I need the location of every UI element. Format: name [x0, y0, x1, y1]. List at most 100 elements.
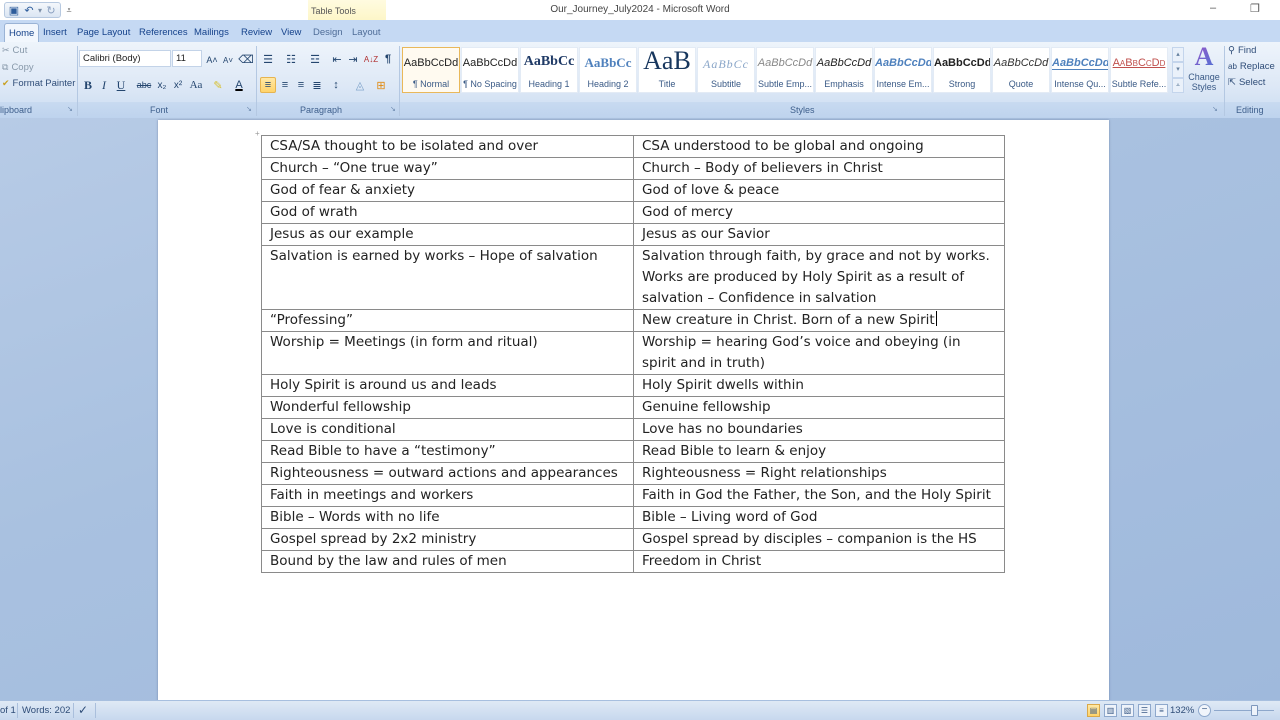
cut-button[interactable]: ✂ Cut: [2, 45, 27, 56]
change-case-button[interactable]: Aa: [187, 77, 205, 93]
zoom-level[interactable]: 132%: [1170, 705, 1194, 716]
superscript-button[interactable]: x²: [171, 77, 185, 93]
strikethrough-button[interactable]: abc: [134, 77, 154, 93]
copy-button[interactable]: ⧉ Copy: [2, 62, 34, 73]
table-cell-old-belief[interactable]: God of wrath: [261, 201, 634, 224]
zoom-out-button[interactable]: −: [1198, 704, 1211, 717]
font-size-combo[interactable]: 11: [172, 50, 202, 67]
increase-indent-icon[interactable]: ⇥: [346, 51, 360, 67]
table-cell-new-belief[interactable]: Love has no boundaries: [633, 418, 1005, 441]
align-right-icon[interactable]: ≡: [294, 77, 308, 93]
styles-launcher-icon[interactable]: ↘: [1212, 105, 1218, 113]
table-cell-new-belief[interactable]: Faith in God the Father, the Son, and th…: [633, 484, 1005, 507]
align-center-icon[interactable]: ≡: [278, 77, 292, 93]
draft-view-icon[interactable]: ≡: [1155, 704, 1168, 717]
style-subtitle[interactable]: AaBbCc Subtitle: [697, 47, 755, 93]
clear-formatting-icon[interactable]: ⌫: [238, 51, 254, 67]
table-cell-new-belief[interactable]: Jesus as our Savior: [633, 223, 1005, 246]
tab-insert[interactable]: Insert: [43, 23, 67, 42]
tab-design[interactable]: Design: [313, 23, 343, 42]
style-quote[interactable]: AaBbCcDd Quote: [992, 47, 1050, 93]
bullets-icon[interactable]: ☰: [260, 51, 276, 67]
select-button[interactable]: ⇱ Select: [1228, 77, 1265, 88]
table-cell-new-belief[interactable]: Righteousness = Right relationships: [633, 462, 1005, 485]
table-cell-new-belief[interactable]: Church – Body of believers in Christ: [633, 157, 1005, 180]
style-subtle-reference[interactable]: AaBbCcDd Subtle Refe...: [1110, 47, 1168, 93]
multilevel-list-icon[interactable]: ☲: [307, 51, 323, 67]
table-cell-old-belief[interactable]: Holy Spirit is around us and leads: [261, 374, 634, 397]
underline-button[interactable]: U: [114, 77, 128, 93]
sort-icon[interactable]: A↓Z: [364, 51, 378, 67]
tab-layout[interactable]: Layout: [352, 23, 381, 42]
find-button[interactable]: ⚲ Find: [1228, 45, 1256, 56]
style-strong[interactable]: AaBbCcDd Strong: [933, 47, 991, 93]
table-move-handle-icon[interactable]: +: [255, 129, 260, 138]
table-cell-new-belief[interactable]: Read Bible to learn & enjoy: [633, 440, 1005, 463]
print-layout-view-icon[interactable]: ▤: [1087, 704, 1100, 717]
minimize-button[interactable]: –: [1210, 2, 1216, 14]
restore-button[interactable]: ❐: [1250, 2, 1260, 15]
tab-page-layout[interactable]: Page Layout: [77, 23, 130, 42]
font-launcher-icon[interactable]: ↘: [246, 105, 252, 113]
justify-icon[interactable]: ≣: [310, 77, 324, 93]
proofing-icon[interactable]: ✓: [78, 703, 88, 717]
full-screen-reading-view-icon[interactable]: ▥: [1104, 704, 1117, 717]
subscript-button[interactable]: x₂: [155, 77, 169, 93]
style-heading-1[interactable]: AaBbCc Heading 1: [520, 47, 578, 93]
style-no-spacing[interactable]: AaBbCcDd ¶ No Spacing: [461, 47, 519, 93]
word-count[interactable]: Words: 202: [22, 705, 70, 716]
clipboard-launcher-icon[interactable]: ↘: [67, 105, 73, 113]
zoom-slider[interactable]: [1214, 710, 1274, 711]
change-styles-button[interactable]: A Change Styles: [1184, 42, 1224, 100]
bold-button[interactable]: B: [81, 77, 95, 93]
table-cell-new-belief[interactable]: New creature in Christ. Born of a new Sp…: [633, 309, 1005, 332]
numbering-icon[interactable]: ☷: [283, 51, 299, 67]
style-title[interactable]: AaB Title: [638, 47, 696, 93]
table-cell-new-belief[interactable]: Worship = hearing God’s voice and obeyin…: [633, 331, 1005, 375]
italic-button[interactable]: I: [98, 77, 110, 93]
gallery-more-icon[interactable]: ⩡: [1172, 77, 1184, 93]
table-cell-old-belief[interactable]: CSA/SA thought to be isolated and over: [261, 135, 634, 158]
style-subtle-emphasis[interactable]: AaBbCcDd Subtle Emp...: [756, 47, 814, 93]
style-emphasis[interactable]: AaBbCcDd Emphasis: [815, 47, 873, 93]
font-color-icon[interactable]: A: [233, 77, 245, 93]
table-cell-old-belief[interactable]: Jesus as our example: [261, 223, 634, 246]
table-cell-new-belief[interactable]: Gospel spread by disciples – companion i…: [633, 528, 1005, 551]
table-cell-new-belief[interactable]: Genuine fellowship: [633, 396, 1005, 419]
tab-home[interactable]: Home: [4, 23, 40, 42]
table-cell-old-belief[interactable]: God of fear & anxiety: [261, 179, 634, 202]
gallery-down-icon[interactable]: ▾: [1172, 62, 1184, 78]
table-cell-old-belief[interactable]: Read Bible to have a “testimony”: [261, 440, 634, 463]
style-heading-2[interactable]: AaBbCc Heading 2: [579, 47, 637, 93]
shrink-font-button[interactable]: A˅: [222, 52, 234, 68]
gallery-up-icon[interactable]: ▴: [1172, 47, 1184, 63]
style-intense-emphasis[interactable]: AaBbCcDd Intense Em...: [874, 47, 932, 93]
table-cell-new-belief[interactable]: God of love & peace: [633, 179, 1005, 202]
grow-font-button[interactable]: A˄: [206, 52, 218, 68]
table-cell-old-belief[interactable]: Righteousness = outward actions and appe…: [261, 462, 634, 485]
outline-view-icon[interactable]: ☰: [1138, 704, 1151, 717]
table-cell-old-belief[interactable]: Gospel spread by 2x2 ministry: [261, 528, 634, 551]
paragraph-launcher-icon[interactable]: ↘: [390, 105, 396, 113]
table-cell-old-belief[interactable]: Bound by the law and rules of men: [261, 550, 634, 573]
zoom-slider-thumb[interactable]: [1250, 705, 1258, 716]
format-painter-button[interactable]: ✔ Format Painter: [2, 78, 75, 89]
table-cell-old-belief[interactable]: Salvation is earned by works – Hope of s…: [261, 245, 634, 310]
table-cell-new-belief[interactable]: Bible – Living word of God: [633, 506, 1005, 529]
line-spacing-icon[interactable]: ↕: [328, 77, 344, 93]
table-cell-new-belief[interactable]: Freedom in Christ: [633, 550, 1005, 573]
table-cell-old-belief[interactable]: Worship = Meetings (in form and ritual): [261, 331, 634, 375]
table-cell-old-belief[interactable]: Wonderful fellowship: [261, 396, 634, 419]
style-intense-quote[interactable]: AaBbCcDd Intense Qu...: [1051, 47, 1109, 93]
table-cell-old-belief[interactable]: Bible – Words with no life: [261, 506, 634, 529]
table-cell-new-belief[interactable]: Holy Spirit dwells within: [633, 374, 1005, 397]
align-left-icon[interactable]: ≡: [260, 77, 276, 93]
table-cell-new-belief[interactable]: CSA understood to be global and ongoing: [633, 135, 1005, 158]
borders-icon[interactable]: ⊞: [374, 77, 388, 93]
tab-review[interactable]: Review: [241, 23, 272, 42]
show-marks-button[interactable]: ¶: [382, 51, 394, 67]
document-page[interactable]: + CSA/SA thought to be isolated and over…: [158, 120, 1109, 720]
table-cell-old-belief[interactable]: Faith in meetings and workers: [261, 484, 634, 507]
shading-icon[interactable]: ◬: [352, 77, 368, 93]
decrease-indent-icon[interactable]: ⇤: [330, 51, 344, 67]
